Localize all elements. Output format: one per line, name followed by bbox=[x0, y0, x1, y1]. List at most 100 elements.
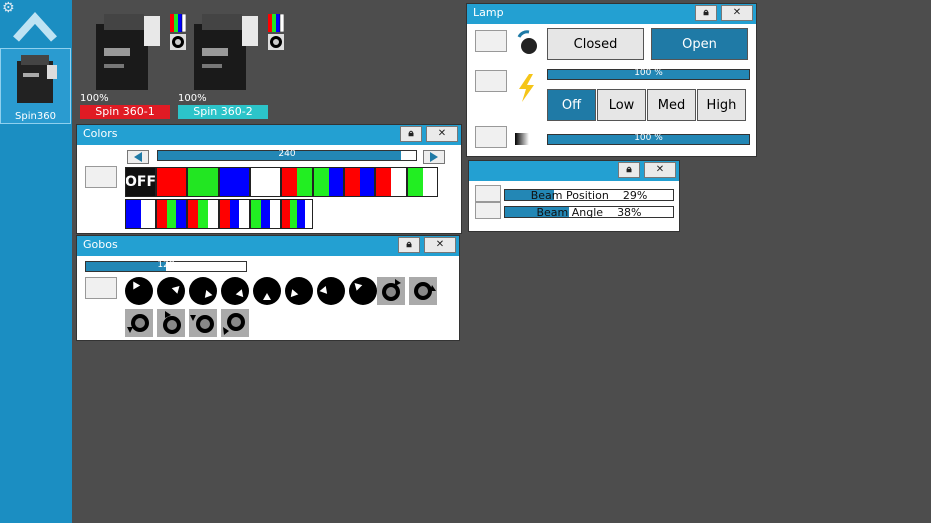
close-icon[interactable]: ✕ bbox=[426, 126, 458, 142]
lamp-panel: Lamp 🔒︎ ✕ Closed Open 100 % Off Low Med … bbox=[466, 3, 757, 157]
gobo-4-icon[interactable] bbox=[253, 277, 281, 305]
color-swatch-blue-white[interactable] bbox=[125, 199, 156, 229]
color-swatch-green-blue[interactable] bbox=[313, 167, 344, 197]
beam-angle-value: 38% bbox=[617, 206, 642, 219]
color-swatch-white[interactable] bbox=[250, 167, 281, 197]
intensity-bar-text: 100 % bbox=[634, 68, 663, 78]
color-bar-icon bbox=[268, 14, 284, 32]
mode-label: High bbox=[706, 97, 737, 113]
color-swatch-gbw[interactable] bbox=[250, 199, 281, 229]
gobo-shake-1-icon[interactable] bbox=[125, 309, 153, 337]
lightning-icon bbox=[519, 74, 534, 102]
dimmer-bar-text: 100 % bbox=[634, 133, 663, 143]
gobo-3-icon[interactable] bbox=[221, 277, 249, 305]
gobo-shake-4-icon[interactable] bbox=[221, 309, 249, 337]
gobos-panel: Gobos 🔒︎ ✕ 128 bbox=[76, 235, 460, 341]
device-percent: 100% bbox=[80, 93, 109, 104]
shutter-open-button[interactable]: Open bbox=[651, 28, 748, 60]
gobo-slider[interactable]: 128 bbox=[85, 260, 247, 272]
shutter-closed-button[interactable]: Closed bbox=[547, 28, 644, 60]
device-name-badge: Spin 360-1 bbox=[80, 105, 170, 119]
color-swatch-rgb-1[interactable] bbox=[156, 199, 187, 229]
panel-title: Gobos bbox=[83, 238, 118, 251]
color-swatch-red-white[interactable] bbox=[375, 167, 407, 197]
color-slider-value: 240 bbox=[278, 149, 296, 159]
mode-label: Low bbox=[608, 97, 635, 113]
color-swatch-red-blue[interactable] bbox=[344, 167, 375, 197]
gobo-shake-3-icon[interactable] bbox=[189, 309, 217, 337]
arrow-right-button[interactable] bbox=[423, 150, 445, 164]
gobo-2-icon[interactable] bbox=[189, 277, 217, 305]
color-off-button[interactable]: OFF bbox=[125, 167, 156, 197]
device-percent: 100% bbox=[178, 93, 207, 104]
panel-title: Lamp bbox=[473, 6, 504, 19]
chevron-up-icon[interactable] bbox=[12, 9, 58, 43]
mode-high-button[interactable]: High bbox=[697, 89, 746, 121]
mode-low-button[interactable]: Low bbox=[597, 89, 646, 121]
panel-title: Colors bbox=[83, 127, 118, 140]
arrow-left-button[interactable] bbox=[127, 150, 149, 164]
gobo-rotate-cw-icon[interactable] bbox=[377, 277, 405, 305]
lock-icon[interactable]: 🔒︎ bbox=[618, 162, 640, 178]
color-select-button[interactable] bbox=[85, 166, 117, 188]
power-select-button[interactable] bbox=[475, 70, 507, 92]
gobo-5-icon[interactable] bbox=[285, 277, 313, 305]
gobo-icon bbox=[268, 34, 284, 50]
dimmer-gradient-icon bbox=[515, 133, 529, 145]
gobo-open-icon[interactable] bbox=[125, 277, 153, 305]
color-swatch-rgw[interactable] bbox=[187, 199, 219, 229]
colors-panel: Colors 🔒︎ ✕ 240 OFF bbox=[76, 124, 462, 234]
mode-off-button[interactable]: Off bbox=[547, 89, 596, 121]
color-swatch-red-green[interactable] bbox=[281, 167, 313, 197]
panel-titlebar[interactable]: Lamp 🔒︎ ✕ bbox=[467, 4, 756, 24]
fixture-icon bbox=[194, 14, 258, 90]
gobo-select-button[interactable] bbox=[85, 277, 117, 299]
gobo-6-icon[interactable] bbox=[317, 277, 345, 305]
closed-label: Closed bbox=[573, 36, 618, 52]
intensity-bar[interactable]: 100 % bbox=[547, 68, 750, 80]
color-swatch-red[interactable] bbox=[156, 167, 187, 197]
dimmer-bar[interactable]: 100 % bbox=[547, 133, 750, 145]
mode-med-button[interactable]: Med bbox=[647, 89, 696, 121]
mode-label: Med bbox=[657, 97, 686, 113]
beam-position-select-button[interactable] bbox=[475, 185, 501, 202]
panel-titlebar[interactable]: 🔒︎ ✕ bbox=[469, 161, 679, 181]
shutter-select-button[interactable] bbox=[475, 30, 507, 52]
beam-position-bar[interactable]: Beam Position 29% bbox=[504, 189, 674, 202]
fixture-icon bbox=[96, 14, 160, 90]
lock-icon[interactable]: 🔒︎ bbox=[400, 126, 422, 142]
fixture-tile-spin360[interactable]: Spin360 bbox=[0, 48, 71, 124]
beam-angle-select-button[interactable] bbox=[475, 202, 501, 219]
color-swatch-rbw[interactable] bbox=[219, 199, 250, 229]
color-swatch-blue[interactable] bbox=[219, 167, 250, 197]
sidebar: ⚙ Spin360 bbox=[0, 0, 72, 523]
lock-icon[interactable]: 🔒︎ bbox=[398, 237, 420, 253]
gobo-rotate-ccw-icon[interactable] bbox=[409, 277, 437, 305]
beam-angle-bar[interactable]: Beam Angle 38% bbox=[504, 206, 674, 219]
gobo-shake-2-icon[interactable] bbox=[157, 309, 185, 337]
off-label: OFF bbox=[125, 174, 156, 190]
gobo-7-icon[interactable] bbox=[349, 277, 377, 305]
open-label: Open bbox=[682, 36, 717, 52]
color-swatch-rgbw[interactable] bbox=[281, 199, 313, 229]
device-spin-360-1[interactable]: 100% Spin 360-1 bbox=[80, 8, 186, 123]
color-swatch-green[interactable] bbox=[187, 167, 219, 197]
gobo-slider-value: 128 bbox=[157, 260, 175, 270]
close-icon[interactable]: ✕ bbox=[644, 162, 676, 178]
mode-label: Off bbox=[561, 97, 582, 113]
beam-angle-label: Beam Angle bbox=[536, 206, 604, 219]
beam-position-label: Beam Position bbox=[530, 189, 609, 202]
panel-titlebar[interactable]: Gobos 🔒︎ ✕ bbox=[77, 236, 459, 256]
device-spin-360-2[interactable]: 100% Spin 360-2 bbox=[178, 8, 284, 123]
close-icon[interactable]: ✕ bbox=[424, 237, 456, 253]
device-name-badge: Spin 360-2 bbox=[178, 105, 268, 119]
gobo-1-icon[interactable] bbox=[157, 277, 185, 305]
fixture-label: Spin360 bbox=[15, 111, 56, 122]
color-swatch-green-white[interactable] bbox=[407, 167, 438, 197]
dimmer-select-button[interactable] bbox=[475, 126, 507, 148]
beam-panel: 🔒︎ ✕ Beam Position 29% Beam Angle 38% bbox=[468, 160, 680, 232]
close-icon[interactable]: ✕ bbox=[721, 5, 753, 21]
panel-titlebar[interactable]: Colors 🔒︎ ✕ bbox=[77, 125, 461, 145]
color-slider[interactable]: 240 bbox=[157, 149, 417, 161]
lock-icon[interactable]: 🔒︎ bbox=[695, 5, 717, 21]
